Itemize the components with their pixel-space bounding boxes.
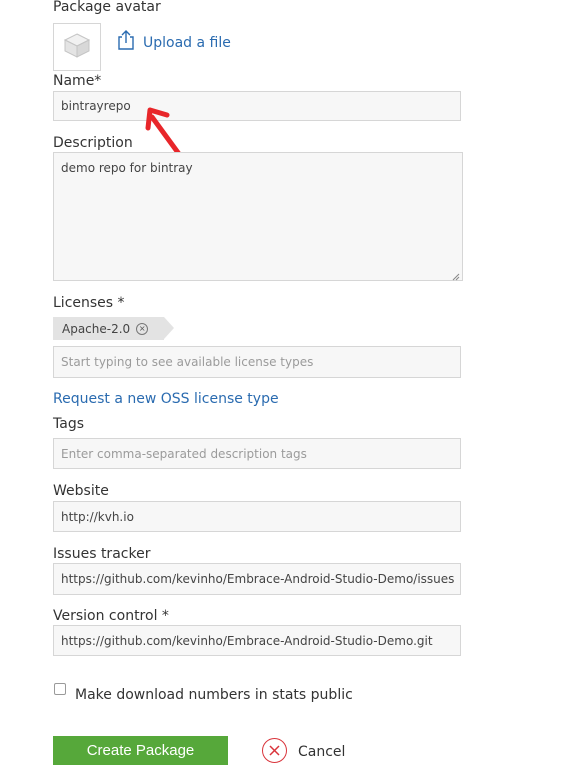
issues-tracker-label: Issues tracker — [53, 546, 151, 562]
package-cube-icon — [62, 30, 92, 64]
upload-icon[interactable] — [117, 30, 135, 54]
website-input[interactable]: http://kvh.io — [53, 501, 461, 532]
avatar-preview[interactable] — [53, 23, 101, 71]
cancel-button[interactable]: Cancel — [262, 737, 345, 764]
stats-public-checkbox[interactable] — [54, 683, 66, 695]
license-tag-label: Apache-2.0 — [62, 321, 131, 336]
close-circle-icon[interactable] — [262, 738, 287, 763]
upload-file-link[interactable]: Upload a file — [143, 35, 231, 51]
cancel-label: Cancel — [298, 743, 346, 760]
name-input[interactable]: bintrayrepo — [53, 91, 461, 121]
name-label: Name* — [53, 73, 102, 89]
description-label: Description — [53, 135, 133, 151]
issues-tracker-input[interactable]: https://github.com/kevinho/Embrace-Andro… — [53, 563, 461, 595]
tags-input[interactable]: Enter comma-separated description tags — [53, 438, 461, 469]
version-control-label: Version control * — [53, 608, 169, 624]
request-license-link[interactable]: Request a new OSS license type — [53, 391, 279, 407]
licenses-label: Licenses * — [53, 295, 125, 311]
description-textarea[interactable]: demo repo for bintray — [53, 152, 463, 281]
description-text: demo repo for bintray — [61, 161, 193, 175]
stats-public-label: Make download numbers in stats public — [75, 687, 353, 703]
license-search-input[interactable]: Start typing to see available license ty… — [53, 346, 461, 378]
tags-label: Tags — [53, 416, 84, 432]
license-tag: Apache-2.0 × — [53, 317, 175, 340]
version-control-input[interactable]: https://github.com/kevinho/Embrace-Andro… — [53, 625, 461, 656]
package-avatar-label: Package avatar — [53, 0, 161, 15]
create-package-button[interactable]: Create Package — [53, 736, 228, 765]
resize-grip-icon[interactable] — [452, 270, 460, 281]
remove-tag-icon[interactable]: × — [136, 322, 149, 335]
website-label: Website — [53, 483, 109, 499]
